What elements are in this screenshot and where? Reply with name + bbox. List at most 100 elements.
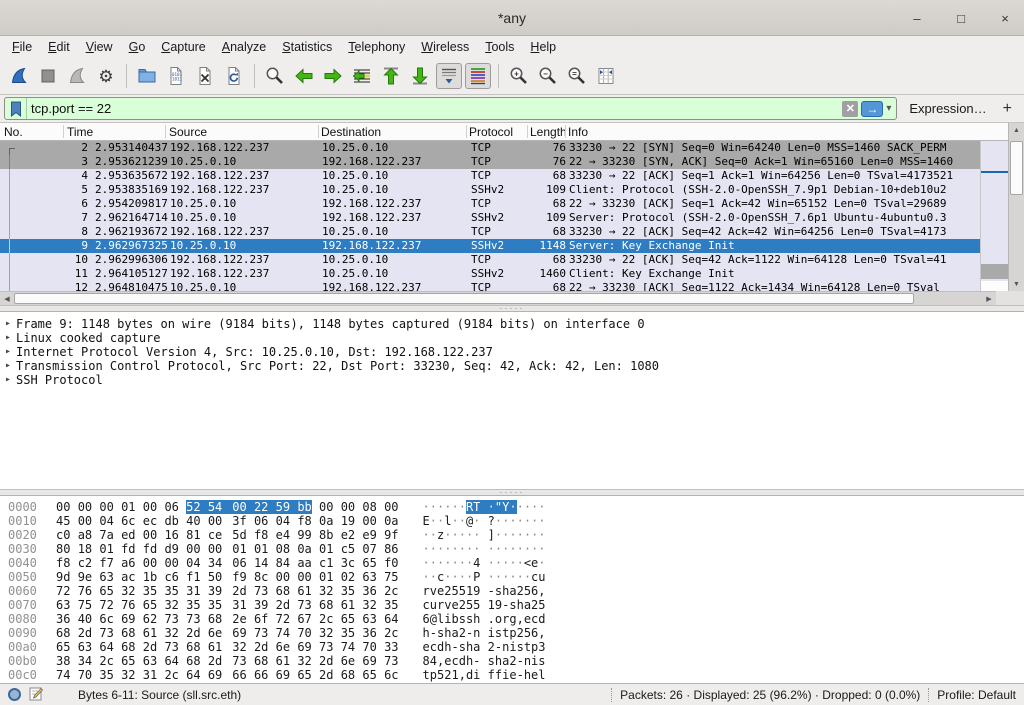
- menu-help[interactable]: Help: [522, 38, 564, 56]
- capture-options-icon[interactable]: ⚙: [93, 63, 119, 89]
- detail-row[interactable]: ▸Internet Protocol Version 4, Src: 10.25…: [0, 345, 1024, 359]
- filter-bookmark-icon[interactable]: [5, 98, 27, 119]
- vertical-scroll-thumb[interactable]: [1010, 141, 1023, 195]
- start-capture-icon[interactable]: [6, 63, 32, 89]
- detail-row[interactable]: ▸Linux cooked capture: [0, 331, 1024, 345]
- packet-row[interactable]: 72.96216471410.25.0.10192.168.122.237SSH…: [0, 211, 980, 225]
- filter-apply-icon[interactable]: →: [861, 101, 883, 117]
- column-header-info[interactable]: Info: [568, 125, 588, 139]
- horizontal-scroll-track[interactable]: [14, 292, 982, 305]
- auto-scroll-icon[interactable]: [436, 63, 462, 89]
- expert-info-icon[interactable]: [8, 688, 21, 701]
- close-file-icon[interactable]: [192, 63, 218, 89]
- scroll-right-icon[interactable]: ▶: [982, 292, 996, 305]
- menu-wireless[interactable]: Wireless: [413, 38, 477, 56]
- resize-columns-icon[interactable]: [593, 63, 619, 89]
- go-back-icon[interactable]: [291, 63, 317, 89]
- collapsed-arrow-icon[interactable]: ▸: [0, 345, 16, 359]
- packet-row[interactable]: 112.964105127192.168.122.23710.25.0.10SS…: [0, 267, 980, 281]
- stop-capture-icon[interactable]: [35, 63, 61, 89]
- packet-row[interactable]: 42.953635672192.168.122.23710.25.0.10TCP…: [0, 169, 980, 183]
- hex-row[interactable]: 006072 76 65 32 35 35 31 39 2d 73 68 61 …: [8, 584, 1024, 598]
- menu-analyze[interactable]: Analyze: [214, 38, 274, 56]
- column-header-source[interactable]: Source: [169, 125, 207, 139]
- hex-row[interactable]: 00a065 63 64 68 2d 73 68 61 32 2d 6e 69 …: [8, 640, 1024, 654]
- open-file-icon[interactable]: [134, 63, 160, 89]
- column-header-protocol[interactable]: Protocol: [469, 125, 513, 139]
- menu-capture[interactable]: Capture: [153, 38, 213, 56]
- hex-row[interactable]: 009068 2d 73 68 61 32 2d 6e 69 73 74 70 …: [8, 626, 1024, 640]
- detail-row[interactable]: ▸SSH Protocol: [0, 373, 1024, 387]
- filter-dropdown-icon[interactable]: ▾: [886, 103, 891, 114]
- column-separator[interactable]: [466, 125, 467, 138]
- menu-go[interactable]: Go: [121, 38, 154, 56]
- go-to-packet-icon[interactable]: [349, 63, 375, 89]
- column-header-destination[interactable]: Destination: [321, 125, 381, 139]
- hex-row[interactable]: 003080 18 01 fd fd d9 00 00 01 01 08 0a …: [8, 542, 1024, 556]
- restart-capture-icon[interactable]: [64, 63, 90, 89]
- packet-row[interactable]: 122.96481047510.25.0.10192.168.122.237TC…: [0, 281, 980, 291]
- scroll-down-icon[interactable]: ▼: [1009, 277, 1024, 291]
- menu-file[interactable]: File: [4, 38, 40, 56]
- go-last-icon[interactable]: [407, 63, 433, 89]
- display-filter-input[interactable]: [27, 101, 842, 116]
- detail-row[interactable]: ▸Frame 9: 1148 bytes on wire (9184 bits)…: [0, 317, 1024, 331]
- hex-row[interactable]: 008036 40 6c 69 62 73 73 68 2e 6f 72 67 …: [8, 612, 1024, 626]
- column-separator[interactable]: [165, 125, 166, 138]
- packet-list-header[interactable]: No. Time Source Destination Protocol LengthIn…: [0, 123, 1008, 141]
- profile-text[interactable]: Profile: Default: [937, 688, 1016, 702]
- hex-row[interactable]: 007063 75 72 76 65 32 35 35 31 39 2d 73 …: [8, 598, 1024, 612]
- packet-row[interactable]: 82.962193672192.168.122.23710.25.0.10TCP…: [0, 225, 980, 239]
- filter-clear-icon[interactable]: ✕: [842, 101, 858, 117]
- go-forward-icon[interactable]: [320, 63, 346, 89]
- column-header-no[interactable]: No.: [4, 125, 23, 139]
- packet-row[interactable]: 62.95420981710.25.0.10192.168.122.237TCP…: [0, 197, 980, 211]
- minimize-button[interactable]: –: [906, 7, 928, 29]
- column-header-length[interactable]: Length: [530, 125, 566, 139]
- collapsed-arrow-icon[interactable]: ▸: [0, 359, 16, 373]
- column-separator[interactable]: [527, 125, 528, 138]
- packet-list-vertical-scrollbar[interactable]: ▲ ▼: [1008, 123, 1024, 291]
- collapsed-arrow-icon[interactable]: ▸: [0, 331, 16, 345]
- pane-splitter-top[interactable]: ·····: [0, 305, 1024, 312]
- hex-row[interactable]: 000000 00 00 01 00 06 52 54 00 22 59 bb …: [8, 500, 1024, 514]
- hex-row[interactable]: 0020c0 a8 7a ed 00 16 81 ce 5d f8 e4 99 …: [8, 528, 1024, 542]
- column-separator[interactable]: [63, 125, 64, 138]
- display-filter-box[interactable]: ✕ → ▾: [4, 97, 897, 120]
- close-button[interactable]: ×: [994, 7, 1016, 29]
- reload-file-icon[interactable]: [221, 63, 247, 89]
- scroll-left-icon[interactable]: ◀: [0, 292, 14, 305]
- filter-add-button[interactable]: +: [997, 100, 1018, 118]
- go-first-icon[interactable]: [378, 63, 404, 89]
- colorize-icon[interactable]: [465, 63, 491, 89]
- packet-row[interactable]: 32.95362123910.25.0.10192.168.122.237TCP…: [0, 155, 980, 169]
- hex-row[interactable]: 001045 00 04 6c ec db 40 00 3f 06 04 f8 …: [8, 514, 1024, 528]
- column-header-time[interactable]: Time: [67, 125, 93, 139]
- intelligent-scrollbar-minimap[interactable]: [980, 141, 1008, 291]
- packet-row[interactable]: 102.962996306192.168.122.23710.25.0.10TC…: [0, 253, 980, 267]
- packet-list-horizontal-scrollbar[interactable]: ◀ ▶: [0, 291, 996, 305]
- horizontal-scroll-thumb[interactable]: [14, 293, 914, 304]
- collapsed-arrow-icon[interactable]: ▸: [0, 317, 16, 331]
- pane-splitter-bottom[interactable]: ·····: [0, 489, 1024, 496]
- scroll-up-icon[interactable]: ▲: [1009, 123, 1024, 137]
- expression-button[interactable]: Expression…: [897, 101, 996, 116]
- menu-edit[interactable]: Edit: [40, 38, 78, 56]
- hex-row[interactable]: 00509d 9e 63 ac 1b c6 f1 50 f9 8c 00 00 …: [8, 570, 1024, 584]
- save-file-icon[interactable]: 01011011: [163, 63, 189, 89]
- maximize-button[interactable]: □: [950, 7, 972, 29]
- menu-statistics[interactable]: Statistics: [274, 38, 340, 56]
- hex-row[interactable]: 00c074 70 35 32 31 2c 64 69 66 66 69 65 …: [8, 668, 1024, 682]
- menu-view[interactable]: View: [78, 38, 121, 56]
- collapsed-arrow-icon[interactable]: ▸: [0, 373, 16, 387]
- zoom-in-icon[interactable]: +: [506, 63, 532, 89]
- menu-telephony[interactable]: Telephony: [340, 38, 413, 56]
- hex-row[interactable]: 0040f8 c2 f7 a6 00 00 04 34 06 14 84 aa …: [8, 556, 1024, 570]
- zoom-out-icon[interactable]: −: [535, 63, 561, 89]
- column-separator[interactable]: [565, 125, 566, 138]
- packet-row[interactable]: 52.953835169192.168.122.23710.25.0.10SSH…: [0, 183, 980, 197]
- capture-comment-icon[interactable]: [29, 686, 44, 704]
- menu-tools[interactable]: Tools: [477, 38, 522, 56]
- hex-row[interactable]: 00b038 34 2c 65 63 64 68 2d 73 68 61 32 …: [8, 654, 1024, 668]
- detail-row[interactable]: ▸Transmission Control Protocol, Src Port…: [0, 359, 1024, 373]
